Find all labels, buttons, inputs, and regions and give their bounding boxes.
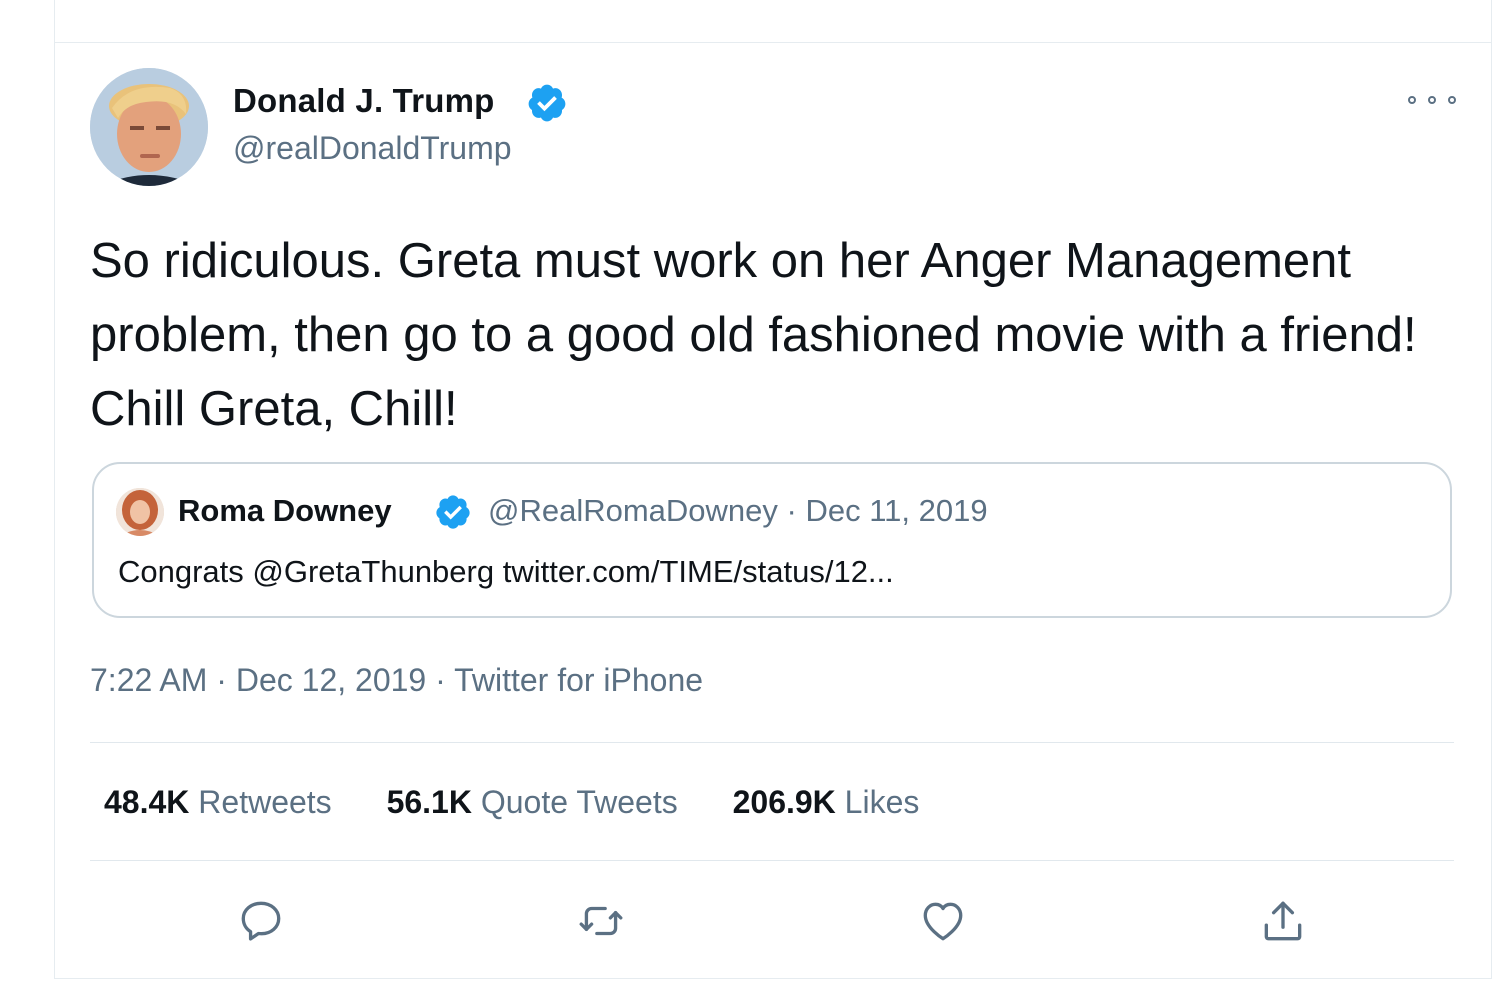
more-dot	[1448, 96, 1456, 104]
author-name[interactable]: Donald J. Trump	[233, 82, 495, 120]
likes-label: Likes	[844, 784, 920, 820]
quote-date: Dec 11, 2019	[805, 493, 988, 528]
retweet-icon[interactable]	[576, 896, 626, 946]
top-divider	[54, 42, 1491, 43]
quote-text: Congrats @GretaThunberg twitter.com/TIME…	[118, 554, 894, 589]
likes-stat[interactable]: 206.9K Likes	[733, 784, 920, 821]
more-options-icon[interactable]	[1408, 88, 1456, 112]
tweet-meta: 7:22 AM · Dec 12, 2019 · Twitter for iPh…	[90, 662, 703, 699]
tweet-time[interactable]: 7:22 AM	[90, 662, 207, 698]
divider	[90, 860, 1454, 861]
quote-tweets-label: Quote Tweets	[480, 784, 678, 820]
quote-author-name: Roma Downey	[178, 493, 392, 528]
reply-icon[interactable]	[236, 896, 286, 946]
quoted-tweet[interactable]	[92, 462, 1452, 618]
quote-author-handle: @RealRomaDowney	[488, 493, 778, 528]
more-dot	[1428, 96, 1436, 104]
separator: ·	[786, 493, 797, 528]
separator: ·	[435, 662, 446, 698]
more-dot	[1408, 96, 1416, 104]
engagement-stats: 48.4K Retweets 56.1K Quote Tweets 206.9K…	[104, 784, 965, 821]
tweet-text: So ridiculous. Greta must work on her An…	[90, 234, 1417, 436]
quote-author-avatar	[116, 488, 164, 536]
author-handle[interactable]: @realDonaldTrump	[233, 130, 512, 167]
tweet-source[interactable]: Twitter for iPhone	[454, 662, 703, 698]
retweets-label: Retweets	[198, 784, 332, 820]
author-avatar[interactable]	[90, 68, 208, 186]
share-icon[interactable]	[1258, 896, 1308, 946]
heart-icon[interactable]	[918, 896, 968, 946]
likes-count: 206.9K	[732, 784, 836, 820]
retweets-stat[interactable]: 48.4K Retweets	[104, 784, 332, 821]
separator: ·	[216, 662, 227, 698]
retweets-count: 48.4K	[104, 784, 190, 820]
quote-tweets-stat[interactable]: 56.1K Quote Tweets	[387, 784, 678, 821]
verified-badge-icon	[526, 82, 568, 124]
quote-tweets-count: 56.1K	[386, 784, 472, 820]
verified-badge-icon	[434, 493, 472, 531]
tweet-date[interactable]: Dec 12, 2019	[236, 662, 426, 698]
quote-author-meta: @RealRomaDowney · Dec 11, 2019	[488, 493, 988, 529]
divider	[90, 742, 1454, 743]
